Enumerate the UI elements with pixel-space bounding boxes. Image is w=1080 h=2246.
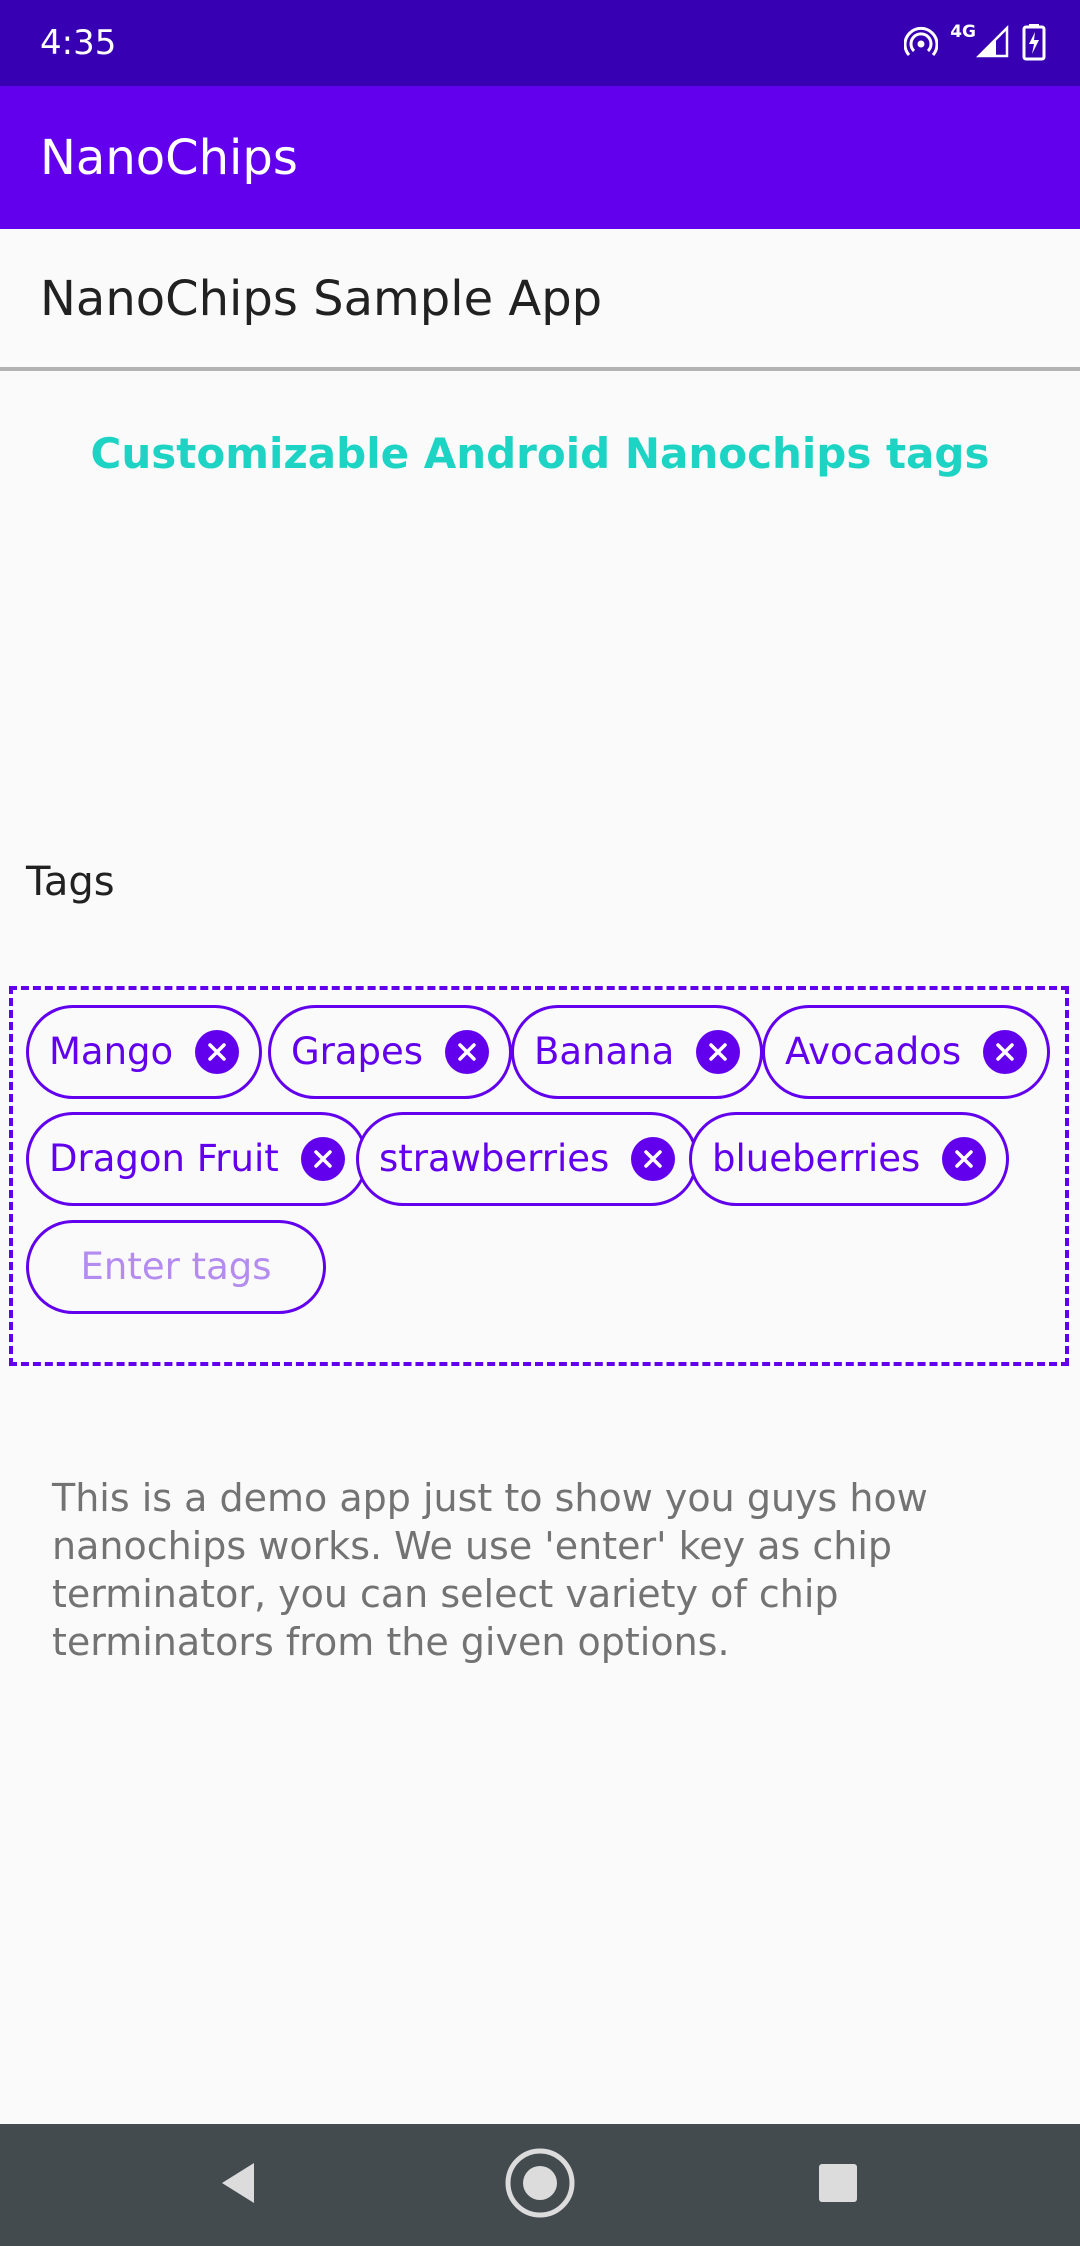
recents-icon [817,2162,859,2208]
recents-button[interactable] [758,2124,918,2246]
home-icon [504,2147,576,2223]
chip-label: Avocados [785,1030,962,1073]
subheader: NanoChips Sample App [0,229,1080,371]
close-icon[interactable] [300,1137,345,1181]
hotspot-icon [903,25,939,63]
tag-input-placeholder: Enter tags [80,1245,272,1288]
chip: Banana [511,1005,764,1099]
description-text: This is a demo app just to show you guys… [52,1476,928,1664]
chip: strawberries [356,1112,699,1206]
close-icon[interactable] [195,1030,240,1074]
headline: Customizable Android Nanochips tags [90,429,990,478]
battery-charging-icon [1022,23,1046,65]
subheader-title: NanoChips Sample App [40,271,603,327]
chip-label: strawberries [379,1137,610,1180]
chip-label: Banana [534,1030,675,1073]
chip-group: Mango Grapes Banana Avocados Dragon Frui… [9,986,1069,1366]
tags-label: Tags [26,859,115,905]
chip-label: Dragon Fruit [49,1137,279,1180]
navigation-bar [0,2124,1080,2246]
chip: Dragon Fruit [26,1112,368,1206]
app-title: NanoChips [40,130,298,186]
chip-label: Mango [49,1030,174,1073]
chip: blueberries [689,1112,1010,1206]
status-bar: 4:35 4G [0,0,1080,86]
close-icon[interactable] [983,1030,1028,1074]
back-button[interactable] [158,2124,318,2246]
chip: Avocados [762,1005,1051,1099]
chip: Mango [26,1005,263,1099]
chip: Grapes [268,1005,513,1099]
home-button[interactable] [460,2124,620,2246]
chip-label: blueberries [712,1137,921,1180]
app-bar: NanoChips [0,86,1080,229]
close-icon[interactable] [445,1030,490,1074]
close-icon[interactable] [696,1030,741,1074]
chip-label: Grapes [291,1030,424,1073]
status-icons: 4G [903,22,1046,66]
back-icon [216,2160,260,2210]
tag-input[interactable]: Enter tags [26,1220,326,1314]
status-time: 4:35 [40,23,117,63]
signal-icon [975,24,1010,63]
close-icon[interactable] [631,1137,676,1181]
network-type-label: 4G [950,22,976,42]
close-icon[interactable] [942,1137,987,1181]
